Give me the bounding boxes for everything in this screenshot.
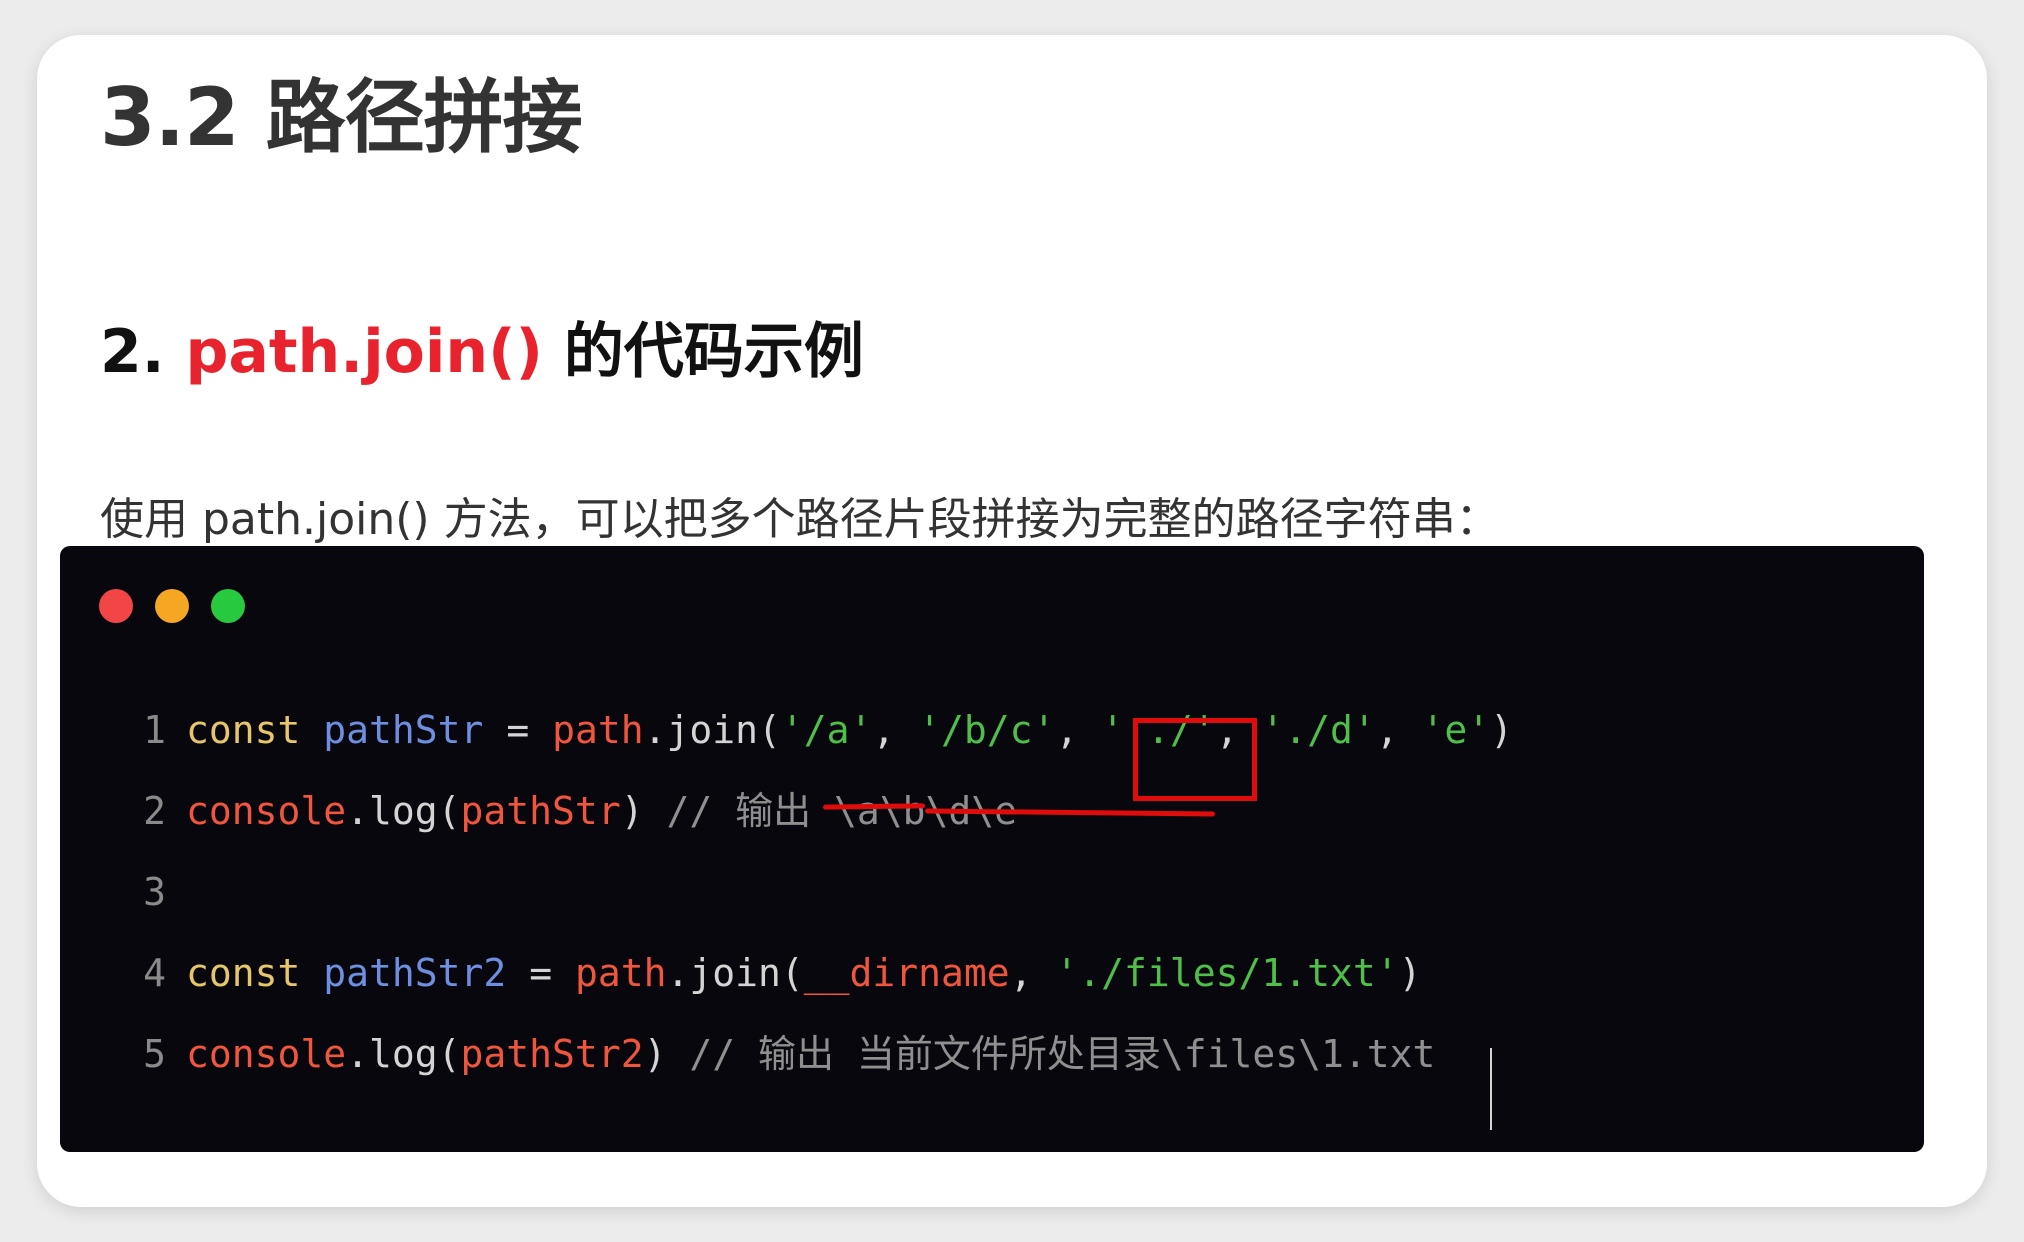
- minimize-dot-icon: [155, 589, 189, 623]
- code-token-obj: console: [186, 1032, 347, 1076]
- section-code-term: path.join(): [185, 317, 543, 387]
- code-token-obj: pathStr: [460, 789, 621, 833]
- text-cursor: [1490, 1048, 1492, 1130]
- code-token-var: pathStr2: [323, 951, 507, 995]
- code-line: 2 console.log(pathStr) // 输出 \a\b\d\e: [134, 771, 1513, 852]
- close-dot-icon: [99, 589, 133, 623]
- line-number: 4: [143, 951, 166, 995]
- code-token-punc: ,: [1055, 708, 1102, 752]
- code-token-punc: ,: [1009, 951, 1056, 995]
- code-token-punc: ): [1398, 951, 1422, 995]
- maximize-dot-icon: [211, 589, 245, 623]
- code-token-kw: const: [186, 708, 301, 752]
- code-token-obj: path: [552, 708, 644, 752]
- code-token-punc: .join(: [666, 951, 804, 995]
- line-number: 2: [143, 789, 166, 833]
- code-token-obj: __dirname: [803, 951, 1010, 995]
- code-token-punc: [300, 708, 323, 752]
- page-title: 3.2 路径拼接: [100, 71, 583, 164]
- section-heading-text: 的代码示例: [563, 317, 864, 387]
- code-line: 4 const pathStr2 = path.join(__dirname, '…: [134, 933, 1513, 1014]
- code-token-punc: =: [483, 708, 553, 752]
- code-token-str: '/a': [780, 708, 873, 752]
- code-token-str: './files/1.txt': [1055, 951, 1399, 995]
- description-paragraph: 使用 path.join() 方法，可以把多个路径片段拼接为完整的路径字符串：: [100, 494, 1500, 545]
- code-token-var: pathStr: [323, 708, 484, 752]
- line-number: 3: [143, 870, 166, 914]
- code-token-punc: .join(: [643, 708, 781, 752]
- annotation-highlight-box: [1133, 718, 1257, 801]
- code-token-punc: =: [506, 951, 575, 995]
- code-token-punc: ): [620, 789, 667, 833]
- code-token-str: '/b/c': [918, 708, 1056, 752]
- code-token-punc: ,: [872, 708, 919, 752]
- code-line: 3: [134, 852, 1513, 933]
- code-token-punc: .log(: [346, 789, 461, 833]
- code-token-str: './d': [1261, 708, 1376, 752]
- line-number: 5: [143, 1032, 166, 1076]
- code-token-cmt: // 输出 当前文件所处目录\files\1.txt: [689, 1032, 1436, 1076]
- code-token-punc: ): [1490, 708, 1514, 752]
- line-number: 1: [143, 708, 166, 752]
- section-number: 2.: [100, 317, 165, 387]
- code-token-punc: ): [643, 1032, 690, 1076]
- code-block[interactable]: 1 const pathStr = path.join('/a', '/b/c',…: [134, 690, 1513, 1095]
- code-token-str: 'e': [1421, 708, 1491, 752]
- code-token-obj: path: [574, 951, 667, 995]
- section-heading: 2. path.join() 的代码示例: [100, 303, 864, 390]
- code-line: 1 const pathStr = path.join('/a', '/b/c',…: [134, 690, 1513, 771]
- code-token-punc: [300, 951, 323, 995]
- code-token-kw: const: [186, 951, 301, 995]
- code-token-punc: .log(: [346, 1032, 461, 1076]
- code-token-obj: pathStr2: [460, 1032, 644, 1076]
- code-line: 5 console.log(pathStr2) // 输出 当前文件所处目录\fi…: [134, 1014, 1513, 1095]
- code-token-punc: ,: [1375, 708, 1422, 752]
- code-window: 1 const pathStr = path.join('/a', '/b/c',…: [60, 546, 1924, 1152]
- code-token-obj: console: [186, 789, 347, 833]
